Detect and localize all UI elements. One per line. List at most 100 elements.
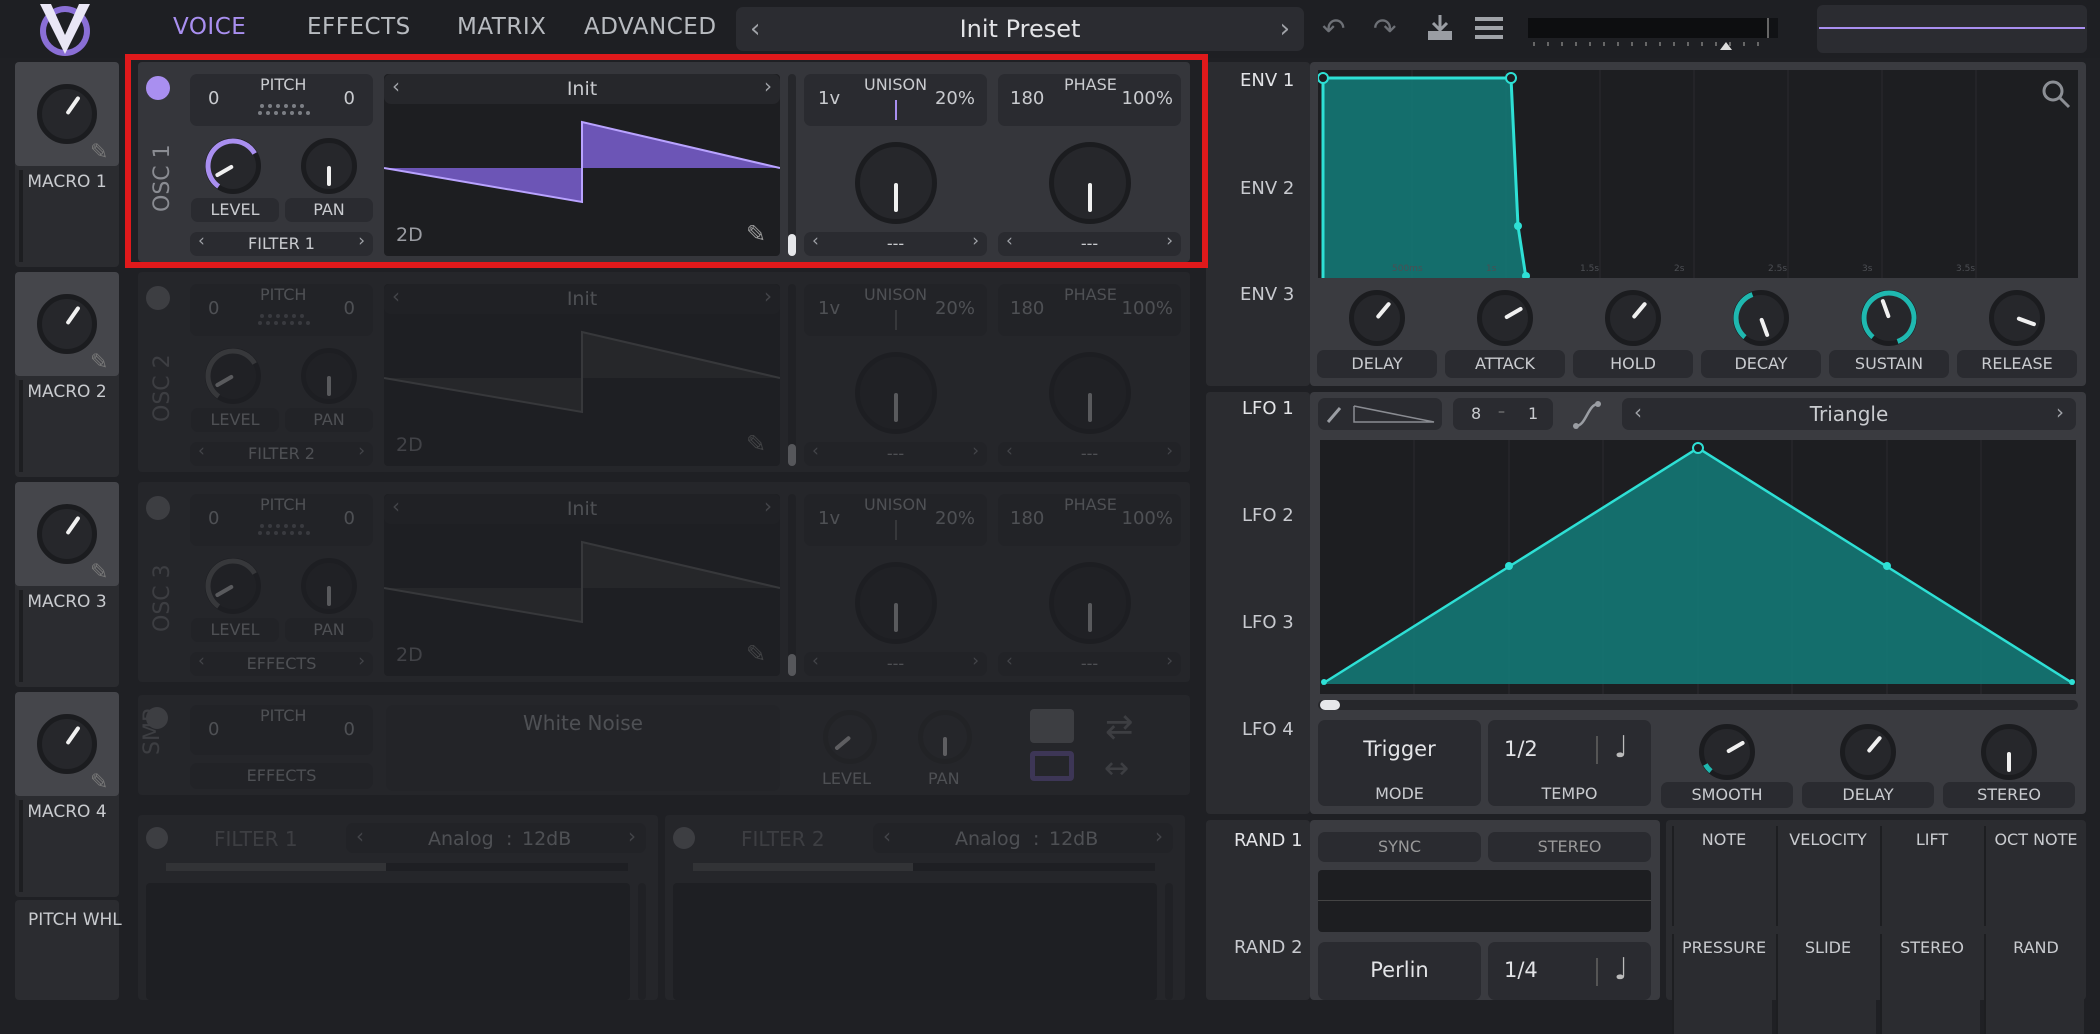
filter-1-response-graph[interactable] (146, 883, 630, 1000)
macro-1-knob[interactable] (37, 84, 97, 144)
osc-1-dimension-label[interactable]: 2D (396, 224, 423, 246)
env-graph[interactable]: 500ms 1s 1.5s 2s 2.5s 3s 3.5s (1318, 70, 2078, 278)
osc-2-pan-knob[interactable] (301, 348, 357, 404)
rand-style-button[interactable]: Perlin (1318, 942, 1481, 1000)
osc-3-wave-next-icon[interactable]: › (764, 494, 772, 518)
osc-3-power-button[interactable] (146, 496, 170, 520)
undo-icon[interactable]: ↶ (1322, 12, 1345, 45)
osc-2-level-knob[interactable] (205, 348, 261, 404)
osc-1-distortion-selector[interactable]: ‹ --- › (998, 231, 1181, 256)
osc-2-distortion-selector[interactable]: ‹ --- › (998, 441, 1181, 466)
macro-3-knob[interactable] (37, 504, 97, 564)
osc-2-spectral-selector[interactable]: ‹ --- › (804, 441, 987, 466)
menu-icon[interactable] (1475, 17, 1503, 39)
vital-logo[interactable] (36, 2, 94, 60)
osc-1-unison-detune-knob[interactable] (855, 142, 937, 224)
osc-1-phase[interactable]: 180 PHASE 100% (998, 74, 1181, 126)
osc-1-unison[interactable]: 1v UNISON 20% (804, 74, 987, 126)
volume-meter[interactable] (1528, 18, 1778, 50)
sample-power-button[interactable] (146, 707, 168, 729)
env-tab-2[interactable]: ENV 2 (1240, 178, 1294, 199)
lfo-shape-next-icon[interactable]: › (2056, 400, 2064, 424)
tab-matrix[interactable]: MATRIX (457, 14, 546, 40)
filter-1-model-selector[interactable]: ‹ Analog : 12dB › (346, 823, 646, 853)
rand-sync-button[interactable]: SYNC (1318, 832, 1481, 862)
lfo-phase-slider[interactable] (1318, 700, 2078, 710)
osc-1-spectral-selector[interactable]: ‹ --- › (804, 231, 987, 256)
osc-2-frame-slider[interactable] (788, 284, 796, 466)
lfo-paint-tool[interactable] (1318, 398, 1442, 430)
lfo-stereo-knob[interactable] (1981, 724, 2037, 780)
osc-1-phase-knob[interactable] (1049, 142, 1131, 224)
env-tab-3[interactable]: ENV 3 (1240, 284, 1294, 305)
rand-tab-1[interactable]: RAND 1 (1234, 830, 1303, 851)
osc-3-destination[interactable]: ‹ EFFECTS › (190, 651, 373, 676)
sample-pitch[interactable]: 0 PITCH 0 (190, 705, 373, 755)
lfo-tempo[interactable]: 1/2 ♩ TEMPO (1488, 720, 1651, 806)
osc-3-unison[interactable]: 1v UNISON 20% (804, 494, 987, 546)
mod-source-slide[interactable]: SLIDE (1776, 934, 1876, 1034)
osc-3-dimension-label[interactable]: 2D (396, 644, 423, 666)
mod-source-lift[interactable]: LIFT (1880, 826, 1980, 926)
osc-3-edit-icon[interactable]: ✎ (746, 640, 766, 668)
filter-1-resonance-slider[interactable] (638, 883, 646, 1000)
macro-2-knob[interactable] (37, 294, 97, 354)
osc-1-power-button[interactable] (146, 76, 170, 100)
env-tab-1[interactable]: ENV 1 (1240, 70, 1294, 91)
macro-4-edit-icon[interactable]: ✎ (90, 770, 108, 795)
filter-2-resonance-slider[interactable] (1165, 883, 1173, 1000)
osc-3-wavetable-display[interactable]: ‹ Init › 2D ✎ (384, 494, 780, 676)
osc-1-pan-knob[interactable] (301, 138, 357, 194)
env-attack-knob[interactable] (1477, 290, 1533, 346)
mod-source-stereo[interactable]: STEREO (1880, 934, 1980, 1034)
env-zoom-icon[interactable] (2040, 78, 2072, 110)
osc-3-frame-slider[interactable] (788, 494, 796, 676)
sample-bounce-icon[interactable]: ↔ (1104, 751, 1129, 786)
lfo-smooth-knob[interactable] (1699, 724, 1755, 780)
osc-3-phase[interactable]: 180 PHASE 100% (998, 494, 1181, 546)
lfo-grid-size[interactable]: 8 – 1 (1453, 398, 1553, 430)
mod-source-oct-note[interactable]: OCT NOTE (1984, 826, 2084, 926)
osc-2-phase[interactable]: 180 PHASE 100% (998, 284, 1181, 336)
macro-1-edit-icon[interactable]: ✎ (90, 140, 108, 165)
osc-2-unison-detune-knob[interactable] (855, 352, 937, 434)
tab-advanced[interactable]: ADVANCED (584, 14, 717, 40)
save-icon[interactable] (1424, 12, 1456, 44)
osc-1-frame-slider[interactable] (788, 74, 796, 256)
macro-2-edit-icon[interactable]: ✎ (90, 350, 108, 375)
sample-level-knob[interactable] (823, 710, 877, 764)
mod-source-pressure[interactable]: PRESSURE (1672, 934, 1772, 1034)
osc-1-edit-icon[interactable]: ✎ (746, 220, 766, 248)
filter-2-mix-slider[interactable] (693, 863, 1155, 871)
filter-1-power-button[interactable] (146, 827, 168, 849)
osc-2-dimension-label[interactable]: 2D (396, 434, 423, 456)
osc-3-unison-detune-knob[interactable] (855, 562, 937, 644)
lfo-mode-button[interactable]: Trigger MODE (1318, 720, 1481, 806)
tab-voice[interactable]: VOICE (173, 14, 246, 40)
lfo-shape-selector[interactable]: ‹ Triangle › (1622, 398, 2076, 430)
osc-3-phase-knob[interactable] (1049, 562, 1131, 644)
mod-source-rand[interactable]: RAND (1984, 934, 2084, 1034)
env-release-knob[interactable] (1989, 290, 2045, 346)
redo-icon[interactable]: ↷ (1373, 12, 1396, 45)
lfo-tab-4[interactable]: LFO 4 (1242, 719, 1294, 740)
osc-3-spectral-selector[interactable]: ‹ --- › (804, 651, 987, 676)
rand-tempo[interactable]: 1/4 ♩ (1488, 942, 1651, 1000)
env-sustain-knob[interactable] (1861, 290, 1917, 346)
osc-3-distortion-selector[interactable]: ‹ --- › (998, 651, 1181, 676)
macro-4-knob[interactable] (37, 714, 97, 774)
osc-1-wave-next-icon[interactable]: › (764, 74, 772, 98)
tab-effects[interactable]: EFFECTS (307, 14, 411, 40)
osc-2-phase-knob[interactable] (1049, 352, 1131, 434)
osc-3-pitch[interactable]: 0 PITCH 0 (190, 494, 373, 546)
osc-2-wave-next-icon[interactable]: › (764, 284, 772, 308)
osc-2-destination[interactable]: ‹ FILTER 2 › (190, 441, 373, 466)
sample-name[interactable]: White Noise (386, 705, 780, 791)
rand-tempo-note-icon[interactable]: ♩ (1614, 952, 1628, 987)
lfo-delay-knob[interactable] (1840, 724, 1896, 780)
osc-1-pitch[interactable]: 0 PITCH 0 (190, 74, 373, 126)
rand-stereo-button[interactable]: STEREO (1488, 832, 1651, 862)
mod-source-note[interactable]: NOTE (1672, 826, 1772, 926)
lfo-tab-3[interactable]: LFO 3 (1242, 612, 1294, 633)
env-decay-knob[interactable] (1733, 290, 1789, 346)
